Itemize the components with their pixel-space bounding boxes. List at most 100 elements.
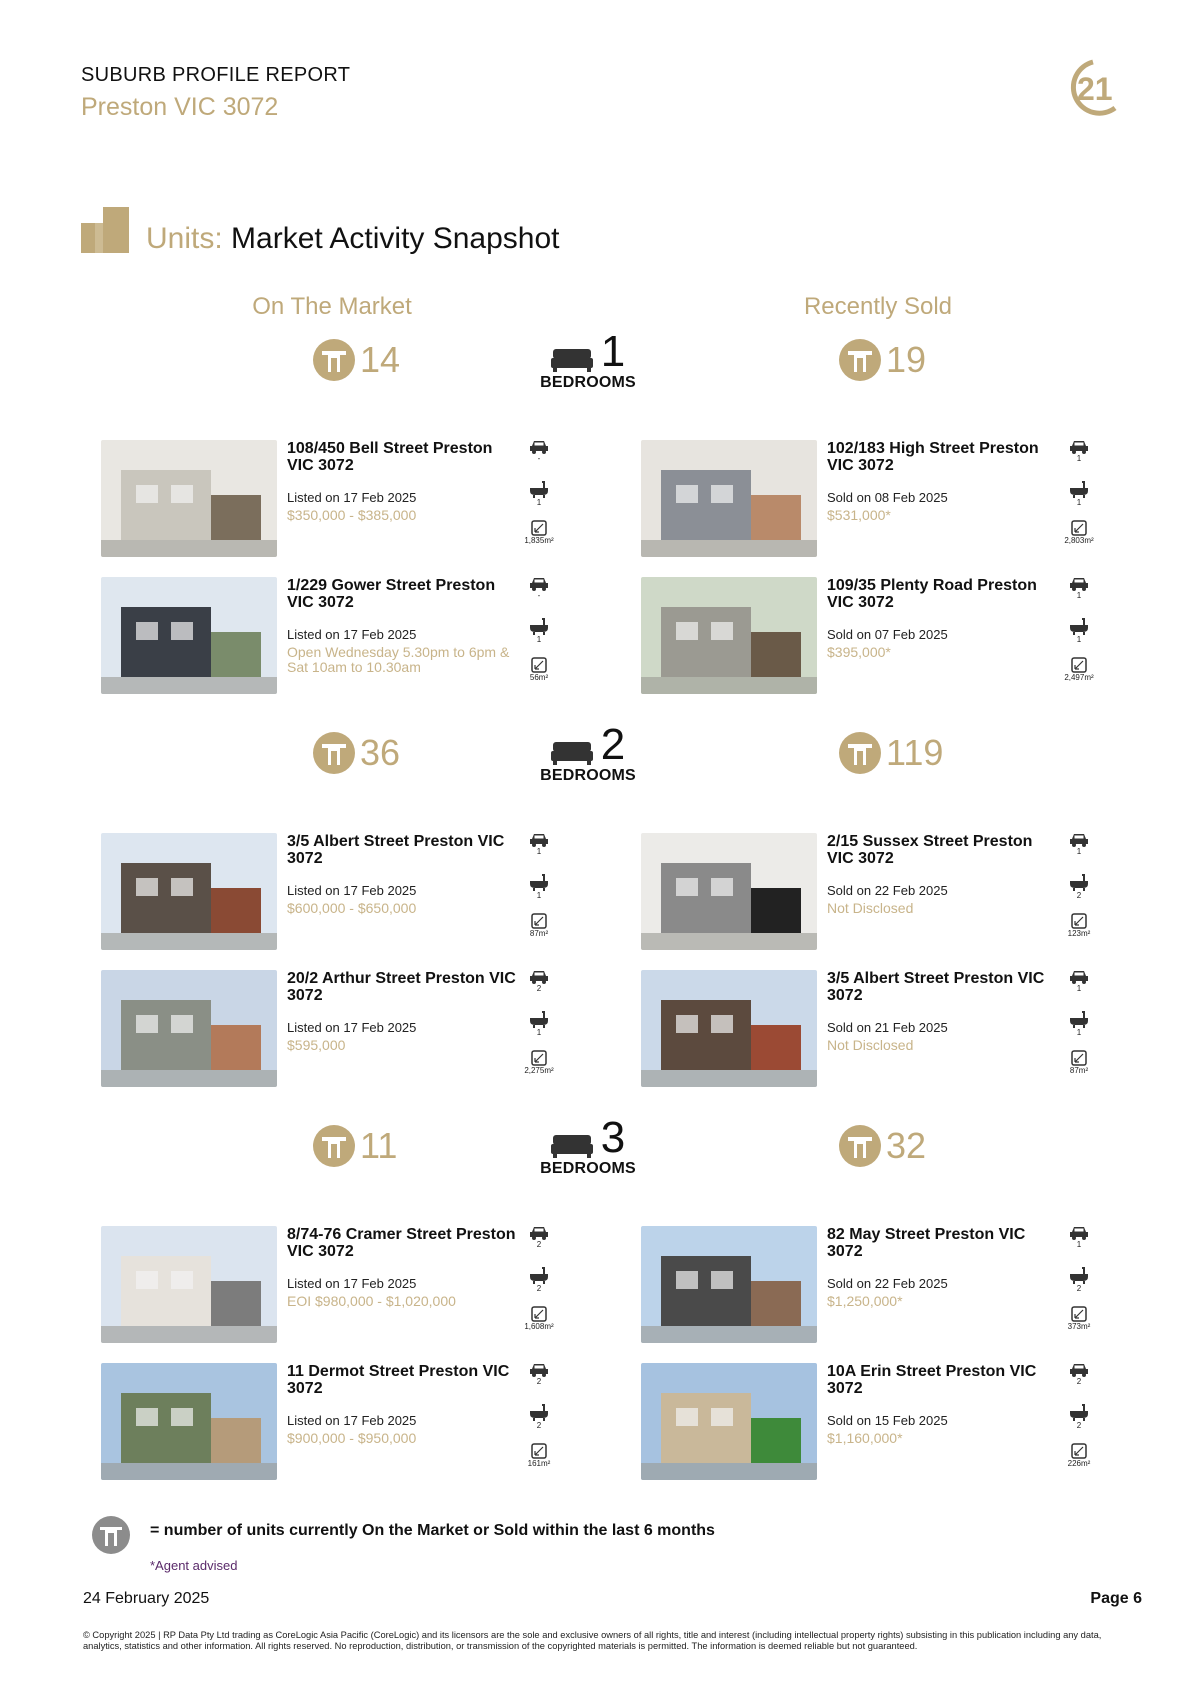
property-listing[interactable]: 8/74-76 Cramer Street Preston VIC 3072 Li… (101, 1226, 606, 1344)
on-market-count: 11 (312, 1124, 397, 1168)
property-photo (101, 440, 277, 557)
listing-price: $395,000* (827, 644, 891, 660)
property-listing[interactable]: 1/229 Gower Street Preston VIC 3072 Liste… (101, 577, 606, 695)
property-features: 1 1 2,497m² (1059, 577, 1099, 697)
property-address[interactable]: 108/450 Bell Street Preston VIC 3072 (287, 440, 517, 474)
car-spaces: 2 (519, 970, 559, 1010)
car-icon (530, 971, 548, 984)
property-address[interactable]: 10A Erin Street Preston VIC 3072 (827, 1363, 1057, 1397)
bathrooms: 2 (1059, 1403, 1099, 1443)
bathrooms: 1 (519, 480, 559, 520)
bath-icon (530, 874, 548, 891)
property-photo-frame[interactable] (101, 440, 277, 557)
listing-price: Not Disclosed (827, 1037, 914, 1053)
property-photo-frame[interactable] (101, 1226, 277, 1343)
land-area-value: 1,608m² (524, 1322, 554, 1331)
property-listing[interactable]: 10A Erin Street Preston VIC 3072 Sold on … (641, 1363, 1146, 1481)
property-photo-frame[interactable] (641, 970, 817, 1087)
listing-price: Open Wednesday 5.30pm to 6pm & Sat 10am … (287, 644, 510, 675)
car-count: 1 (1076, 847, 1082, 856)
property-photo-frame[interactable] (101, 970, 277, 1087)
property-photo (101, 1363, 277, 1480)
property-address[interactable]: 8/74-76 Cramer Street Preston VIC 3072 (287, 1226, 517, 1260)
property-photo (101, 577, 277, 694)
property-photo-frame[interactable] (101, 577, 277, 694)
property-photo-frame[interactable] (641, 1226, 817, 1343)
property-features: 2 1 2,275m² (519, 970, 559, 1090)
property-photo-frame[interactable] (641, 833, 817, 950)
listing-info: 109/35 Plenty Road Preston VIC 3072 Sold … (827, 577, 1057, 660)
suburb-name: Preston VIC 3072 (81, 93, 279, 121)
property-listing[interactable]: 109/35 Plenty Road Preston VIC 3072 Sold … (641, 577, 1146, 695)
listing-info: 102/183 High Street Preston VIC 3072 Sold… (827, 440, 1057, 523)
units-count-icon (839, 1125, 881, 1167)
land-area-icon (1071, 520, 1087, 536)
car-spaces: - (519, 440, 559, 480)
property-photo-frame[interactable] (101, 1363, 277, 1480)
land-area-icon (531, 1443, 547, 1459)
land-area-icon (1071, 657, 1087, 673)
car-spaces: 1 (1059, 970, 1099, 1010)
property-address[interactable]: 1/229 Gower Street Preston VIC 3072 (287, 577, 517, 611)
property-address[interactable]: 20/2 Arthur Street Preston VIC 3072 (287, 970, 517, 1004)
units-count-icon (313, 1125, 355, 1167)
bedrooms-label: BEDROOMS (540, 767, 636, 784)
property-photo-frame[interactable] (641, 577, 817, 694)
land-area-icon (1071, 1050, 1087, 1066)
land-area-value: 226m² (1067, 1459, 1091, 1468)
section-title-prefix: Units: (146, 222, 223, 255)
property-photo-frame[interactable] (101, 833, 277, 950)
page-number: Page 6 (1090, 1590, 1142, 1607)
listing-price: $900,000 - $950,000 (287, 1430, 417, 1446)
land-area-value: 1,835m² (524, 536, 554, 545)
property-photo-frame[interactable] (641, 1363, 817, 1480)
property-address[interactable]: 82 May Street Preston VIC 3072 (827, 1226, 1057, 1260)
bath-icon (1070, 618, 1088, 635)
listing-price: $350,000 - $385,000 (287, 507, 417, 523)
property-address[interactable]: 109/35 Plenty Road Preston VIC 3072 (827, 577, 1057, 611)
property-listing[interactable]: 108/450 Bell Street Preston VIC 3072 List… (101, 440, 606, 558)
property-listing[interactable]: 20/2 Arthur Street Preston VIC 3072 Liste… (101, 970, 606, 1088)
bath-icon (530, 618, 548, 635)
bedroom-count: 2 (600, 720, 626, 769)
bathrooms: 2 (519, 1266, 559, 1306)
property-listing[interactable]: 2/15 Sussex Street Preston VIC 3072 Sold … (641, 833, 1146, 951)
property-address[interactable]: 102/183 High Street Preston VIC 3072 (827, 440, 1057, 474)
listing-info: 20/2 Arthur Street Preston VIC 3072 Liste… (287, 970, 517, 1053)
bedroom-count: 3 (600, 1113, 626, 1162)
property-listing[interactable]: 3/5 Albert Street Preston VIC 3072 Listed… (101, 833, 606, 951)
property-address[interactable]: 3/5 Albert Street Preston VIC 3072 (827, 970, 1057, 1004)
land-area: 161m² (519, 1443, 559, 1483)
report-date: 24 February 2025 (83, 1590, 210, 1607)
car-icon (530, 834, 548, 847)
car-icon (530, 578, 548, 591)
section-icon (81, 207, 129, 253)
sold-count-value: 32 (886, 1125, 927, 1166)
land-area-value: 2,497m² (1064, 673, 1094, 682)
on-market-count: 14 (312, 338, 400, 382)
on-market-count-value: 36 (360, 732, 401, 773)
property-photo (101, 1226, 277, 1343)
property-photo (641, 577, 817, 694)
car-count: 2 (536, 1377, 542, 1386)
land-area: 2,497m² (1059, 657, 1099, 697)
units-count-icon (839, 732, 881, 774)
car-spaces: 1 (1059, 1226, 1099, 1266)
land-area-icon (531, 1050, 547, 1066)
listing-date: Sold on 08 Feb 2025 (827, 490, 948, 505)
property-address[interactable]: 11 Dermot Street Preston VIC 3072 (287, 1363, 517, 1397)
units-count-icon (92, 1516, 130, 1554)
property-listing[interactable]: 3/5 Albert Street Preston VIC 3072 Sold o… (641, 970, 1146, 1088)
property-listing[interactable]: 11 Dermot Street Preston VIC 3072 Listed … (101, 1363, 606, 1481)
listing-price: EOI $980,000 - $1,020,000 (287, 1293, 456, 1309)
bedrooms-group-header: 2 BEDROOMS (533, 720, 643, 785)
property-address[interactable]: 3/5 Albert Street Preston VIC 3072 (287, 833, 517, 867)
on-market-count-value: 11 (360, 1125, 398, 1166)
property-listing[interactable]: 82 May Street Preston VIC 3072 Sold on 22… (641, 1226, 1146, 1344)
car-count: 1 (1076, 1240, 1082, 1249)
property-address[interactable]: 2/15 Sussex Street Preston VIC 3072 (827, 833, 1057, 867)
listing-info: 3/5 Albert Street Preston VIC 3072 Listed… (287, 833, 517, 916)
sold-count-value: 19 (886, 339, 927, 380)
property-listing[interactable]: 102/183 High Street Preston VIC 3072 Sold… (641, 440, 1146, 558)
property-photo-frame[interactable] (641, 440, 817, 557)
